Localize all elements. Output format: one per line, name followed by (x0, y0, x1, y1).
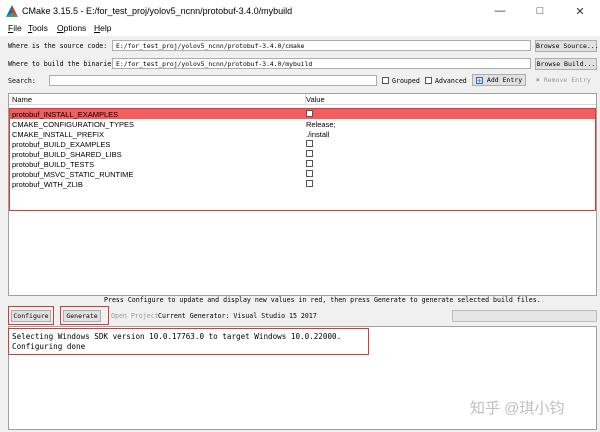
progress-bar (452, 310, 597, 322)
source-label: Where is the source code: (8, 42, 108, 50)
search-label: Search: (8, 77, 36, 85)
close-icon: ✕ (575, 5, 585, 18)
add-entry-button[interactable]: + Add Entry (472, 74, 526, 86)
search-input[interactable] (49, 75, 377, 86)
menu-bar: File Tools Options Help (0, 22, 600, 36)
binaries-label: Where to build the binaries: (8, 60, 120, 68)
hint-text: Press Configure to update and display ne… (104, 296, 541, 304)
grouped-label: Grouped (392, 77, 420, 85)
minimize-button[interactable]: — (480, 0, 520, 22)
window-title: CMake 3.15.5 - E:/for_test_proj/yolov5_n… (22, 6, 293, 16)
generate-annotation-box (60, 306, 109, 325)
advanced-label: Advanced (435, 77, 467, 85)
current-generator-label: Current Generator: Visual Studio 15 2017 (158, 312, 317, 320)
grouped-checkbox[interactable] (382, 77, 389, 84)
entries-annotation-box (9, 108, 596, 211)
menu-options[interactable]: Options (57, 23, 86, 33)
remove-icon: ✖ (536, 76, 540, 84)
configure-annotation-box (8, 306, 54, 325)
name-column-header[interactable]: Name (12, 95, 32, 104)
cmake-logo-icon (6, 5, 18, 17)
value-column-header[interactable]: Value (306, 95, 325, 104)
close-button[interactable]: ✕ (560, 0, 600, 22)
advanced-checkbox[interactable] (425, 77, 432, 84)
menu-help[interactable]: Help (94, 23, 111, 33)
menu-file[interactable]: File (8, 23, 22, 33)
source-path-field[interactable]: E:/for_test_proj/yolov5_ncnn/protobuf-3.… (112, 40, 531, 51)
add-icon: + (476, 76, 483, 85)
table-header: Name Value (9, 94, 596, 105)
maximize-icon: □ (536, 5, 544, 17)
build-path-field[interactable]: E:/for_test_proj/yolov5_ncnn/protobuf-3.… (112, 58, 531, 69)
title-bar: CMake 3.15.5 - E:/for_test_proj/yolov5_n… (0, 0, 600, 23)
cache-table: Name Value protobuf_INSTALL_EXAMPLES CMA… (8, 93, 597, 296)
browse-source-button[interactable]: Browse Source... (535, 40, 599, 52)
open-project-button[interactable]: Open Project (111, 312, 159, 320)
watermark: 知乎 @琪小钧 (470, 400, 565, 417)
minimize-icon: — (494, 5, 506, 17)
remove-entry-button[interactable]: ✖ Remove Entry (532, 74, 594, 86)
menu-tools[interactable]: Tools (28, 23, 48, 33)
browse-build-button[interactable]: Browse Build... (535, 58, 597, 70)
output-annotation-box (8, 328, 369, 355)
maximize-button[interactable]: □ (520, 0, 560, 22)
